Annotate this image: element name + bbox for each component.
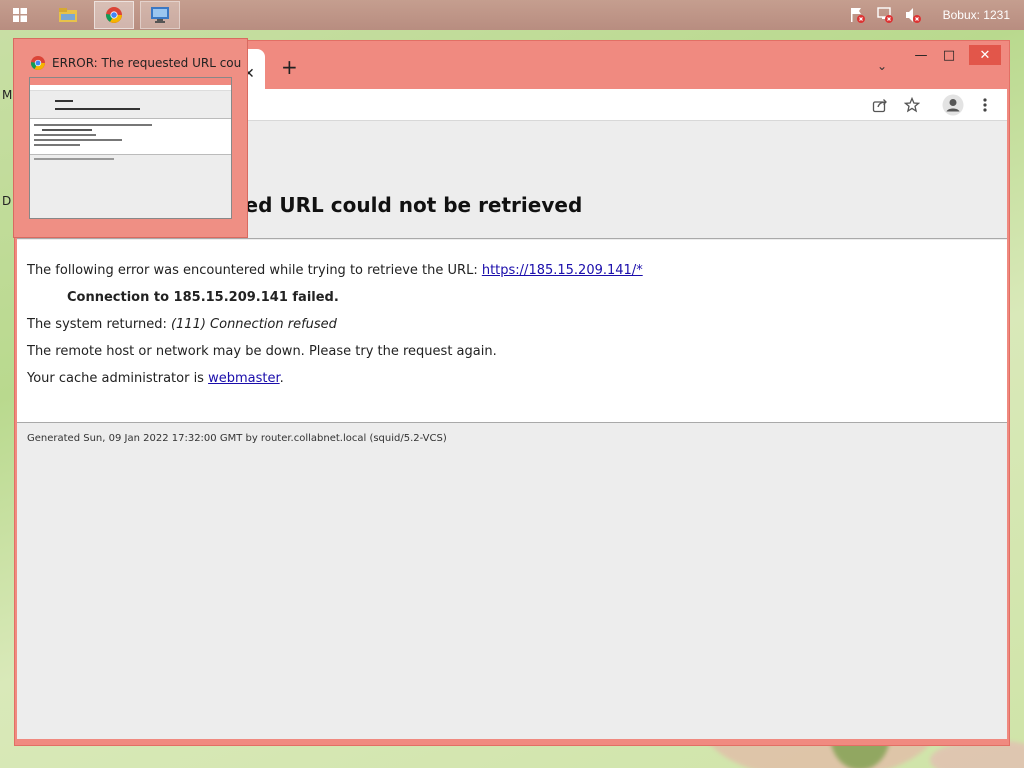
connection-failed-text: Connection to 185.15.209.141 failed. (67, 290, 339, 305)
webmaster-link[interactable]: webmaster (208, 371, 280, 386)
taskbar-chrome[interactable] (94, 1, 134, 29)
system-returned-line: The system returned: (111) Connection re… (27, 317, 337, 332)
taskbar-thumbnail-preview[interactable]: ERROR: The requested URL coul... (13, 38, 248, 238)
windows-logo-icon (13, 8, 27, 22)
share-icon[interactable] (869, 94, 891, 116)
thumb-line (42, 129, 92, 131)
preview-title: ERROR: The requested URL coul... (52, 56, 242, 70)
remote-desktop-icon (151, 7, 169, 23)
chrome-icon (31, 56, 45, 70)
error-details: The following error was encountered whil… (17, 240, 1007, 423)
desktop-icon-label[interactable]: D (2, 194, 11, 208)
balance-text: Bobux: 1231 (942, 8, 1010, 22)
preview-thumbnail (29, 77, 232, 219)
file-explorer-icon (59, 8, 77, 22)
cache-admin-line: Your cache administrator is webmaster. (27, 371, 284, 386)
network-alert-icon[interactable] (876, 7, 893, 23)
error-url-prefix: The following error was encountered whil… (27, 263, 482, 278)
thumb-tabstrip (30, 78, 231, 85)
maximize-button[interactable]: □ (933, 45, 965, 65)
taskbar-file-explorer[interactable] (48, 1, 88, 29)
system-returned-prefix: The system returned: (27, 317, 171, 332)
volume-muted-icon[interactable] (905, 7, 921, 23)
thumb-header (30, 91, 231, 119)
cache-admin-prefix: Your cache administrator is (27, 371, 209, 386)
tab-search-button[interactable]: ⌄ (877, 59, 887, 73)
bookmark-star-icon[interactable] (901, 94, 923, 116)
thumb-line (34, 144, 80, 146)
thumb-line (34, 124, 152, 126)
start-button[interactable] (0, 1, 40, 29)
remote-host-text: The remote host or network may be down. … (27, 344, 497, 359)
page-title: ted URL could not be retrieved (235, 193, 583, 217)
flag-alert-icon[interactable] (849, 7, 865, 23)
generated-footer: Generated Sun, 09 Jan 2022 17:32:00 GMT … (27, 433, 447, 444)
desktop-icon-label[interactable]: M (2, 88, 12, 102)
cache-admin-suffix: . (279, 371, 284, 386)
taskbar-remote-desktop[interactable] (140, 1, 180, 29)
system-tray: Bobux: 1231 (849, 0, 1010, 30)
chrome-icon (106, 7, 122, 23)
new-tab-button[interactable]: + (281, 55, 298, 79)
profile-icon[interactable] (941, 93, 965, 117)
thumb-title-mark (55, 108, 140, 110)
error-url-line: The following error was encountered whil… (27, 263, 643, 278)
thumb-line (34, 139, 122, 141)
system-returned-value: (111) Connection refused (170, 317, 337, 332)
taskbar: Bobux: 1231 (0, 0, 1024, 30)
thumb-error-mark (55, 100, 73, 102)
thumb-line (34, 158, 114, 160)
more-menu-icon[interactable] (974, 94, 996, 116)
error-url-link[interactable]: https://185.15.209.141/* (482, 263, 643, 278)
thumb-footer-area (30, 154, 231, 218)
thumb-line (34, 134, 96, 136)
close-button[interactable]: ✕ (969, 45, 1001, 65)
